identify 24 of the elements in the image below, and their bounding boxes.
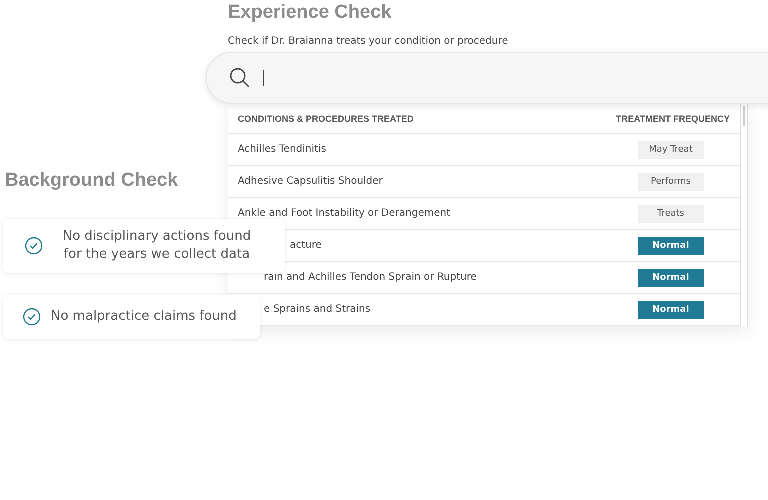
table-cell: acture (290, 240, 322, 251)
column-header: TREATMENT FREQUENCY (616, 114, 730, 124)
frequency-tag: Normal (638, 236, 704, 254)
section-subtitle: Check if Dr. Braianna treats your condition or procedure (228, 36, 510, 47)
search-field[interactable] (206, 52, 768, 104)
frequency-tag: Normal (638, 268, 704, 286)
search-icon (229, 67, 251, 89)
table-cell: e Sprains and Strains (264, 304, 371, 315)
table-cell: rain and Achilles Tendon Sprain or Rupture (264, 272, 477, 283)
table-cell: Achilles Tendinitis (238, 144, 326, 155)
section-title: Background Check (5, 170, 178, 192)
table-cell: Adhesive Capsulitis Shoulder (238, 176, 383, 187)
column-header: CONDITIONS & PROCEDURES TREATED (238, 114, 415, 124)
scrollbar[interactable] (740, 104, 748, 326)
finding-text: No malpractice claims found (51, 308, 237, 326)
frequency-tag: May Treat (638, 140, 704, 158)
section-title: Experience Check (228, 2, 393, 24)
table-cell: Ankle and Foot Instability or Derangement (238, 208, 451, 219)
frequency-tag: Performs (638, 172, 704, 190)
check-circle-icon (23, 308, 41, 326)
frequency-tag: Treats (638, 204, 704, 222)
finding-text: No disciplinary actions found for the years we collect data (62, 228, 252, 264)
check-circle-icon (25, 237, 43, 255)
frequency-tag: Normal (638, 300, 704, 318)
